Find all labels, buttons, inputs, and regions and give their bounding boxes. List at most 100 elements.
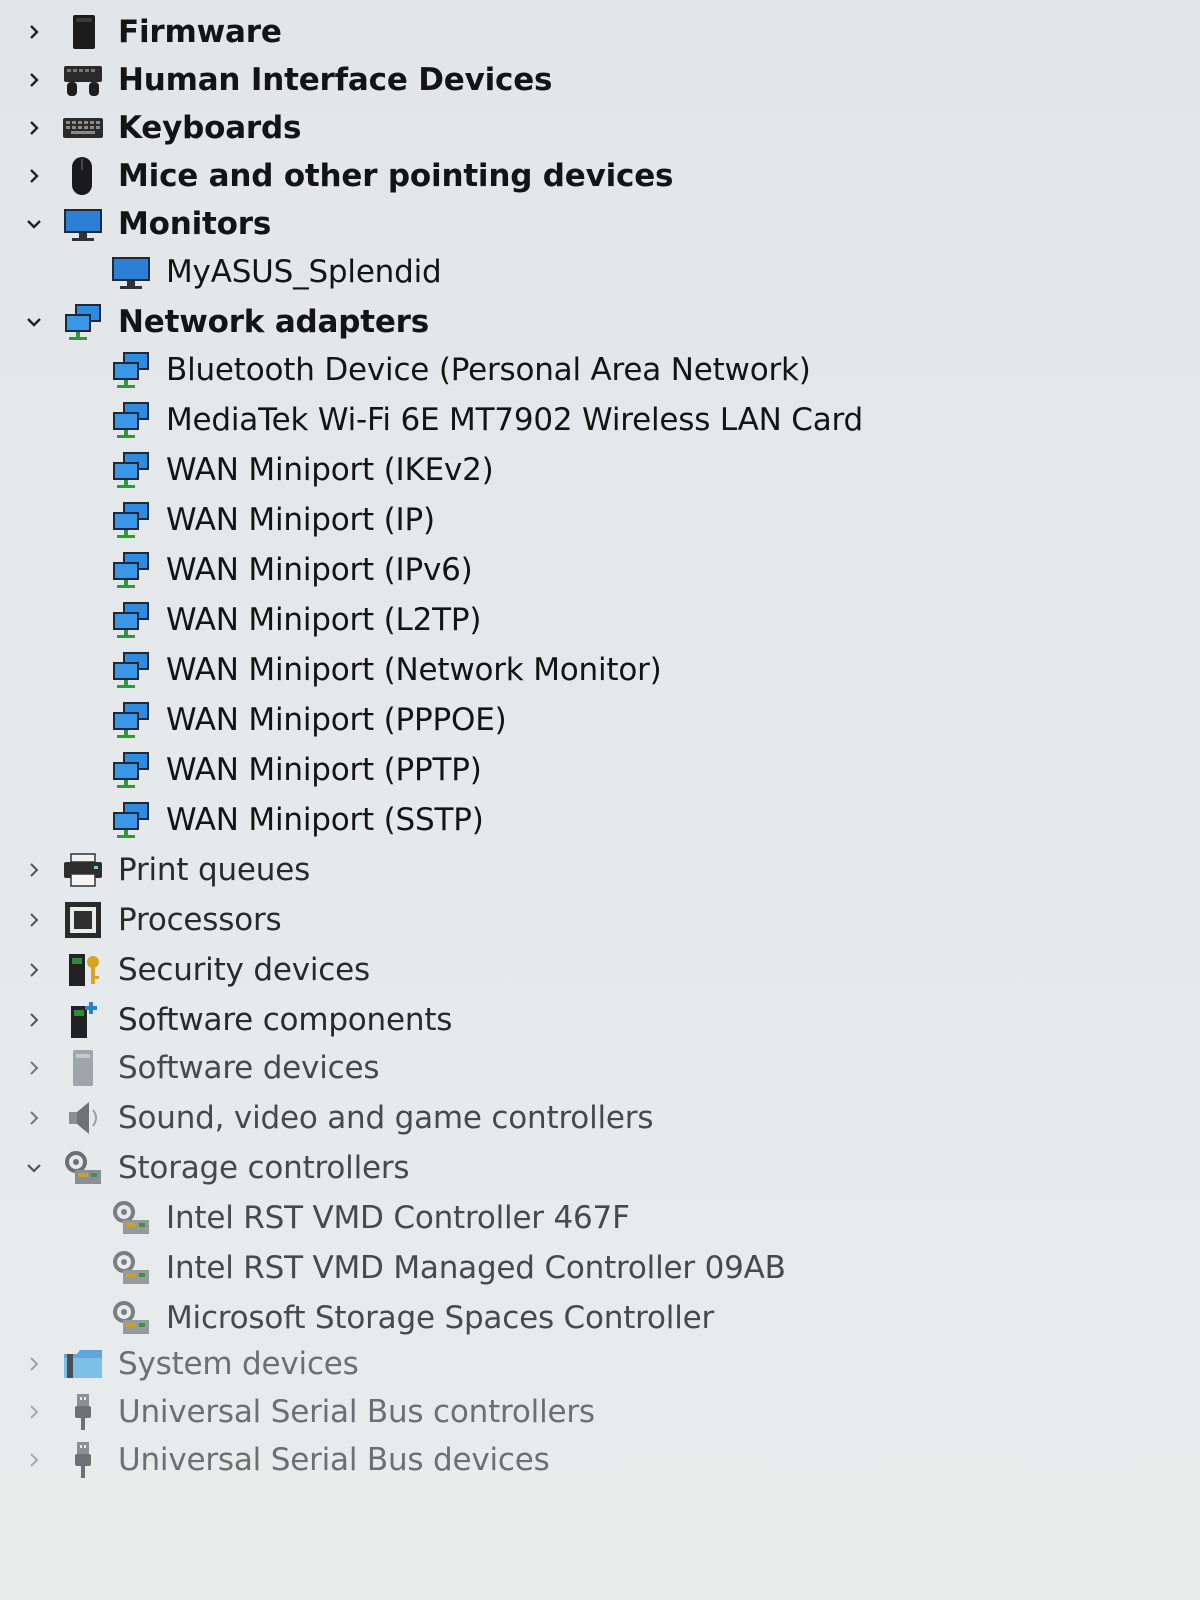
tree-item-mice[interactable]: Mice and other pointing devices <box>18 152 674 200</box>
tree-item-label: Bluetooth Device (Personal Area Network) <box>166 352 811 388</box>
tree-item-intel-rst-vmd-managed-controller[interactable]: Intel RST VMD Managed Controller 09AB <box>108 1244 786 1292</box>
processor-icon <box>60 899 106 941</box>
tree-item-print-queues[interactable]: Print queues <box>18 846 310 894</box>
hid-icon <box>60 59 106 101</box>
tree-item-microsoft-storage-spaces-controller[interactable]: Microsoft Storage Spaces Controller <box>108 1294 714 1342</box>
software-component-icon <box>60 999 106 1041</box>
tree-item-label: MediaTek Wi-Fi 6E MT7902 Wireless LAN Ca… <box>166 402 863 438</box>
tree-item-label: Processors <box>118 902 282 938</box>
tree-item-system-devices[interactable]: System devices <box>18 1340 359 1388</box>
tree-item-wan-miniport-pppoe[interactable]: WAN Miniport (PPPOE) <box>108 696 507 744</box>
tree-item-myasus-splendid[interactable]: MyASUS_Splendid <box>108 248 442 296</box>
speaker-icon <box>60 1097 106 1139</box>
tree-item-label: Intel RST VMD Managed Controller 09AB <box>166 1250 786 1286</box>
tree-item-wan-miniport-pptp[interactable]: WAN Miniport (PPTP) <box>108 746 482 794</box>
tree-item-label: Keyboards <box>118 110 302 146</box>
tree-item-label: Software components <box>118 1002 453 1038</box>
folder-icon <box>60 1343 106 1385</box>
storage-controller-icon <box>108 1297 154 1339</box>
chevron-right-icon[interactable] <box>18 850 50 890</box>
keyboard-icon <box>60 107 106 149</box>
tree-item-label: Sound, video and game controllers <box>118 1100 654 1136</box>
tree-item-label: WAN Miniport (SSTP) <box>166 802 484 838</box>
network-adapter-icon <box>108 399 154 441</box>
network-adapter-icon <box>108 649 154 691</box>
tree-item-label: Human Interface Devices <box>118 62 553 98</box>
tree-item-storage-controllers[interactable]: Storage controllers <box>18 1144 410 1192</box>
tree-item-wan-miniport-network-monitor[interactable]: WAN Miniport (Network Monitor) <box>108 646 662 694</box>
tree-item-human-interface-devices[interactable]: Human Interface Devices <box>18 56 552 104</box>
tree-item-label: Software devices <box>118 1050 380 1086</box>
tree-item-label: WAN Miniport (IKEv2) <box>166 452 494 488</box>
tree-item-label: WAN Miniport (L2TP) <box>166 602 482 638</box>
chevron-right-icon[interactable] <box>18 1440 50 1480</box>
device-tree: Firmware Human Interface Devices Keyboar… <box>0 0 1200 1600</box>
storage-controller-icon <box>60 1147 106 1189</box>
tree-item-label: WAN Miniport (Network Monitor) <box>166 652 662 688</box>
tree-item-firmware[interactable]: Firmware <box>18 8 282 56</box>
tree-item-wan-miniport-ipv6[interactable]: WAN Miniport (IPv6) <box>108 546 473 594</box>
tree-item-label: Security devices <box>118 952 370 988</box>
network-adapter-icon <box>108 349 154 391</box>
tree-item-wan-miniport-sstp[interactable]: WAN Miniport (SSTP) <box>108 796 484 844</box>
chevron-right-icon[interactable] <box>18 1048 50 1088</box>
chevron-right-icon[interactable] <box>18 900 50 940</box>
tree-item-sound-video-game-controllers[interactable]: Sound, video and game controllers <box>18 1094 653 1142</box>
storage-controller-icon <box>108 1197 154 1239</box>
tree-item-usb-devices[interactable]: Universal Serial Bus devices <box>18 1436 550 1484</box>
chevron-right-icon[interactable] <box>18 1344 50 1384</box>
tree-item-software-components[interactable]: Software components <box>18 996 452 1044</box>
printer-icon <box>60 849 106 891</box>
network-adapter-icon <box>108 449 154 491</box>
tree-item-mediatek-wifi[interactable]: MediaTek Wi-Fi 6E MT7902 Wireless LAN Ca… <box>108 396 863 444</box>
tree-item-processors[interactable]: Processors <box>18 896 282 944</box>
chevron-right-icon[interactable] <box>18 950 50 990</box>
tree-item-label: Intel RST VMD Controller 467F <box>166 1200 630 1236</box>
chevron-right-icon[interactable] <box>18 1098 50 1138</box>
tree-item-wan-miniport-l2tp[interactable]: WAN Miniport (L2TP) <box>108 596 481 644</box>
tree-item-label: WAN Miniport (IP) <box>166 502 435 538</box>
tree-item-label: Universal Serial Bus controllers <box>118 1394 595 1430</box>
chevron-right-icon[interactable] <box>18 60 50 100</box>
chevron-right-icon[interactable] <box>18 12 50 52</box>
tree-item-label: Storage controllers <box>118 1150 410 1186</box>
tree-item-usb-controllers[interactable]: Universal Serial Bus controllers <box>18 1388 595 1436</box>
tree-item-label: Monitors <box>118 206 272 242</box>
security-key-icon <box>60 949 106 991</box>
firmware-icon <box>60 11 106 53</box>
chevron-down-icon[interactable] <box>18 1148 50 1188</box>
tree-item-network-adapters[interactable]: Network adapters <box>18 298 429 346</box>
chevron-right-icon[interactable] <box>18 156 50 196</box>
network-adapter-icon <box>108 699 154 741</box>
tree-item-wan-miniport-ikev2[interactable]: WAN Miniport (IKEv2) <box>108 446 494 494</box>
tree-item-label: Universal Serial Bus devices <box>118 1442 550 1478</box>
tree-item-label: System devices <box>118 1346 359 1382</box>
chevron-right-icon[interactable] <box>18 1000 50 1040</box>
usb-icon <box>60 1391 106 1433</box>
tree-item-label: Network adapters <box>118 304 430 340</box>
storage-controller-icon <box>108 1247 154 1289</box>
chevron-down-icon[interactable] <box>18 302 50 342</box>
tree-item-software-devices[interactable]: Software devices <box>18 1044 379 1092</box>
tree-item-intel-rst-vmd-controller[interactable]: Intel RST VMD Controller 467F <box>108 1194 630 1242</box>
chevron-right-icon[interactable] <box>18 108 50 148</box>
tree-item-monitors[interactable]: Monitors <box>18 200 271 248</box>
tree-item-label: Print queues <box>118 852 311 888</box>
network-adapter-icon <box>108 599 154 641</box>
tree-item-label: MyASUS_Splendid <box>166 254 442 290</box>
tree-item-bluetooth-pan[interactable]: Bluetooth Device (Personal Area Network) <box>108 346 811 394</box>
tree-item-label: WAN Miniport (PPPOE) <box>166 702 507 738</box>
tree-item-keyboards[interactable]: Keyboards <box>18 104 301 152</box>
tree-item-security-devices[interactable]: Security devices <box>18 946 370 994</box>
tree-item-label: Firmware <box>118 14 282 50</box>
tree-item-wan-miniport-ip[interactable]: WAN Miniport (IP) <box>108 496 435 544</box>
tree-item-label: Microsoft Storage Spaces Controller <box>166 1300 715 1336</box>
software-device-icon <box>60 1047 106 1089</box>
network-adapter-icon <box>108 749 154 791</box>
network-adapter-icon <box>108 499 154 541</box>
chevron-right-icon[interactable] <box>18 1392 50 1432</box>
network-adapter-icon <box>108 549 154 591</box>
usb-icon <box>60 1439 106 1481</box>
monitor-icon <box>108 251 154 293</box>
chevron-down-icon[interactable] <box>18 204 50 244</box>
